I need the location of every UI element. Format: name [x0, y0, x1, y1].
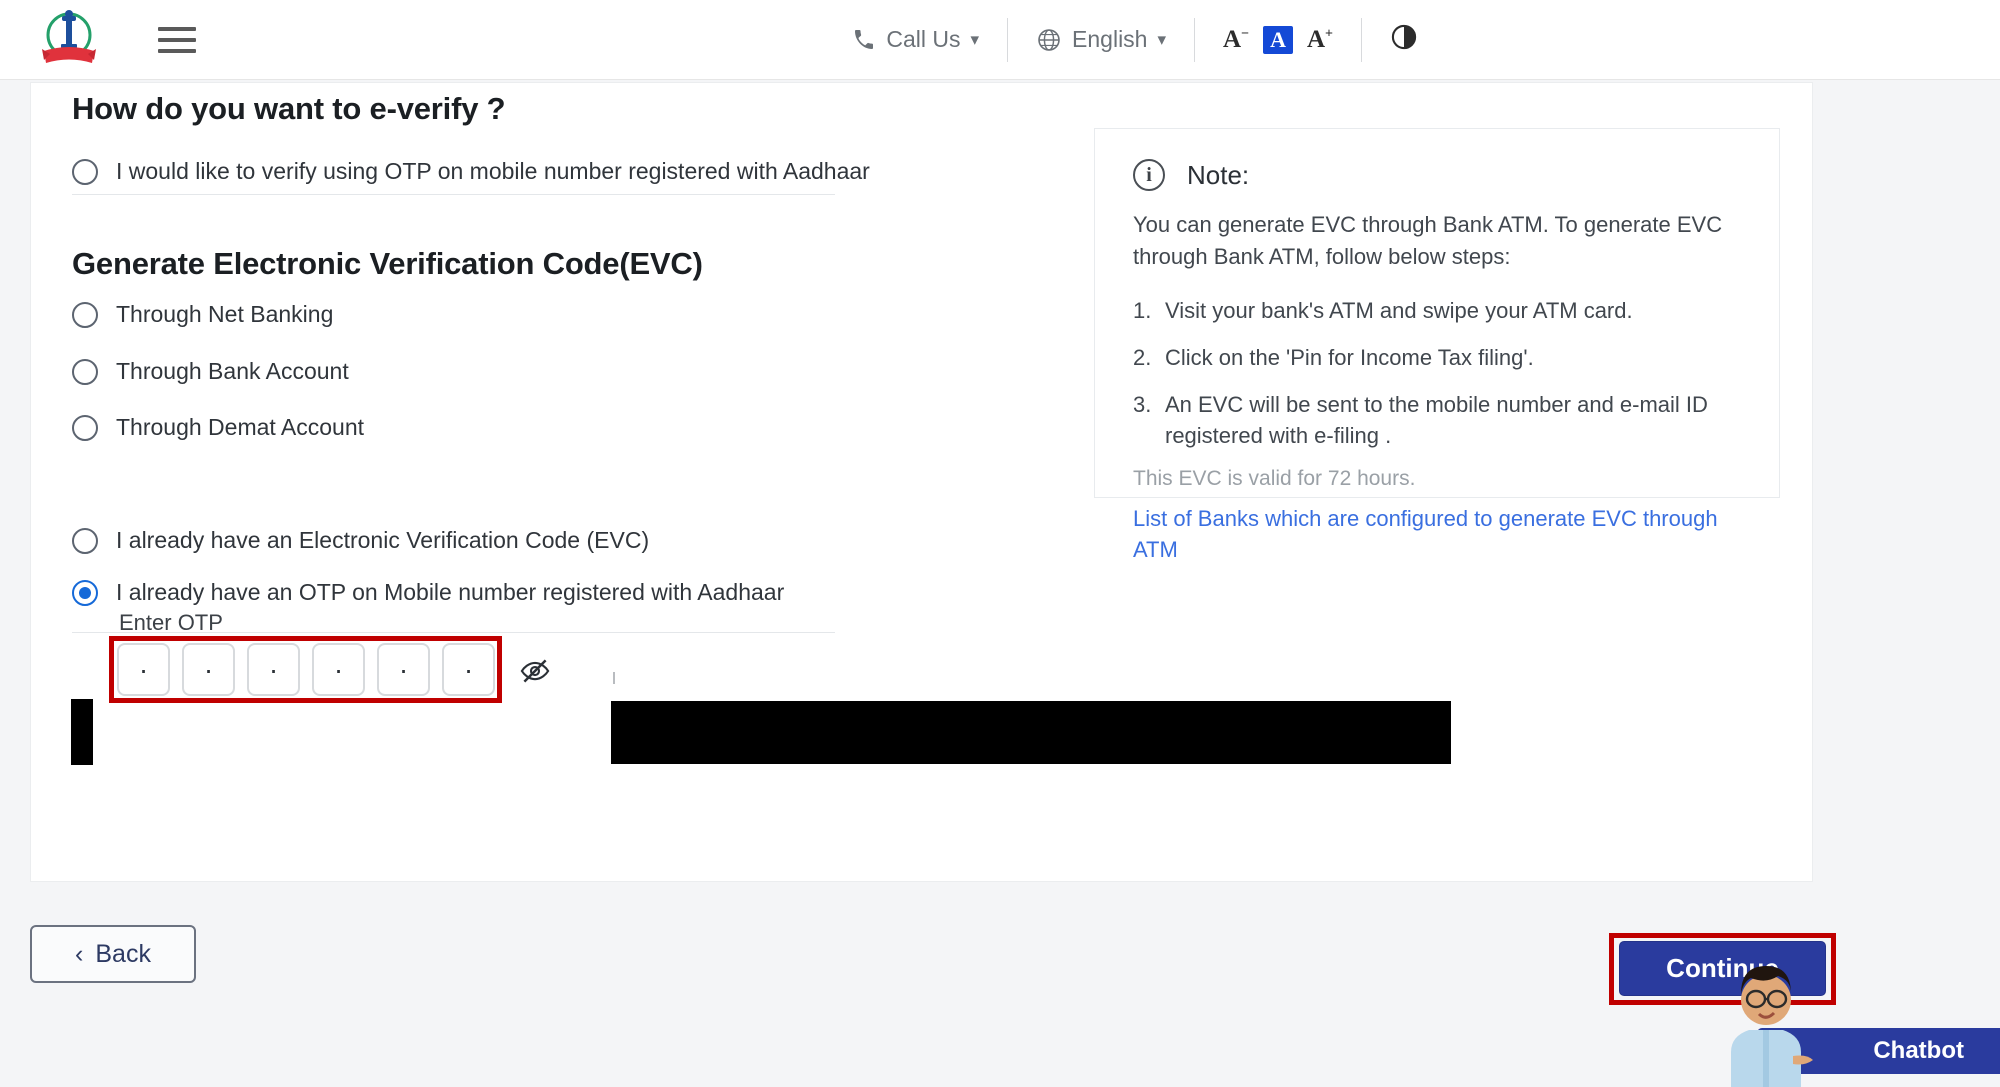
note-body: You can generate EVC through Bank ATM. T… — [1095, 191, 1779, 565]
contrast-icon — [1390, 23, 1418, 51]
call-us-label: Call Us — [886, 26, 960, 53]
radio-label: I would like to verify using OTP on mobi… — [116, 158, 870, 185]
radio-label: I already have an Electronic Verificatio… — [116, 527, 649, 554]
radio-button[interactable] — [72, 528, 98, 554]
font-increase-button[interactable]: A+ — [1307, 26, 1333, 54]
everify-card: How do you want to e-verify ? I would li… — [30, 82, 1813, 882]
radio-label: Through Demat Account — [116, 414, 364, 441]
otp-digit-input[interactable]: · — [377, 643, 430, 696]
evc-section-title: Generate Electronic Verification Code(EV… — [72, 246, 703, 282]
otp-digit-input[interactable]: · — [182, 643, 235, 696]
call-us-dropdown[interactable]: Call Us ▾ — [830, 26, 1001, 53]
page-title: How do you want to e-verify ? — [72, 91, 505, 127]
radio-label: I already have an OTP on Mobile number r… — [116, 579, 784, 606]
language-dropdown[interactable]: English ▾ — [1014, 26, 1188, 53]
otp-digit-input[interactable]: · — [117, 643, 170, 696]
note-header: i Note: — [1095, 129, 1779, 191]
note-title: Note: — [1187, 160, 1249, 191]
info-icon: i — [1133, 159, 1165, 191]
eye-slash-icon — [518, 656, 552, 686]
stray-mark — [613, 672, 615, 684]
redaction-bar — [71, 699, 93, 765]
chevron-left-icon: ‹ — [75, 940, 83, 969]
note-step: 3. An EVC will be sent to the mobile num… — [1133, 389, 1739, 451]
radio-button[interactable] — [72, 302, 98, 328]
note-validity-text: This EVC is valid for 72 hours. — [1133, 467, 1739, 491]
back-button[interactable]: ‹ Back — [30, 925, 196, 983]
note-intro-text: You can generate EVC through Bank ATM. T… — [1133, 209, 1739, 273]
header-divider — [1361, 18, 1362, 62]
radio-button[interactable] — [72, 415, 98, 441]
hamburger-bar — [158, 38, 196, 42]
emblem-icon — [38, 7, 100, 73]
radio-button[interactable] — [72, 580, 98, 606]
header-divider — [1007, 18, 1008, 62]
radio-label: Through Net Banking — [116, 301, 333, 328]
font-size-controls: A− A A+ — [1201, 26, 1355, 54]
font-normal-button[interactable]: A — [1263, 26, 1293, 54]
note-step: 2. Click on the 'Pin for Income Tax fili… — [1133, 342, 1739, 373]
divider — [72, 194, 835, 195]
hamburger-bar — [158, 49, 196, 53]
bank-list-link[interactable]: List of Banks which are configured to ge… — [1133, 503, 1739, 565]
radio-bank-account[interactable]: Through Bank Account — [72, 358, 349, 385]
note-panel: i Note: You can generate EVC through Ban… — [1094, 128, 1780, 498]
note-step-text: An EVC will be sent to the mobile number… — [1165, 392, 1708, 448]
otp-visibility-toggle[interactable] — [518, 656, 552, 691]
hamburger-bar — [158, 27, 196, 31]
chevron-down-icon: ▾ — [970, 30, 979, 50]
note-step-number: 3. — [1133, 389, 1151, 420]
note-step: 1. Visit your bank's ATM and swipe your … — [1133, 295, 1739, 326]
header-divider — [1194, 18, 1195, 62]
radio-label: Through Bank Account — [116, 358, 349, 385]
site-header: Call Us ▾ English ▾ A− A A+ — [0, 0, 2000, 80]
note-step-number: 1. — [1133, 295, 1151, 326]
note-steps-list: 1. Visit your bank's ATM and swipe your … — [1133, 295, 1739, 451]
radio-aadhaar-otp[interactable]: I would like to verify using OTP on mobi… — [72, 158, 870, 185]
chatbot-avatar[interactable] — [1713, 944, 1819, 1087]
globe-icon — [1036, 27, 1062, 53]
hamburger-menu-icon[interactable] — [158, 27, 198, 53]
radio-have-evc[interactable]: I already have an Electronic Verificatio… — [72, 527, 649, 554]
header-actions: Call Us ▾ English ▾ A− A A+ — [830, 0, 2000, 79]
chevron-down-icon: ▾ — [1157, 30, 1166, 50]
font-decrease-button[interactable]: A− — [1223, 26, 1249, 54]
otp-field-label: Enter OTP — [119, 610, 223, 636]
contrast-toggle-button[interactable] — [1368, 23, 1440, 56]
radio-button[interactable] — [72, 159, 98, 185]
note-step-number: 2. — [1133, 342, 1151, 373]
redaction-bar — [611, 701, 1451, 764]
otp-digit-input[interactable]: · — [442, 643, 495, 696]
language-label: English — [1072, 26, 1147, 53]
page-root: Call Us ▾ English ▾ A− A A+ — [0, 0, 2000, 1087]
radio-button[interactable] — [72, 359, 98, 385]
radio-have-otp[interactable]: I already have an OTP on Mobile number r… — [72, 579, 784, 606]
radio-net-banking[interactable]: Through Net Banking — [72, 301, 333, 328]
note-step-text: Click on the 'Pin for Income Tax filing'… — [1165, 345, 1534, 370]
note-step-text: Visit your bank's ATM and swipe your ATM… — [1165, 298, 1633, 323]
back-button-label: Back — [95, 940, 151, 969]
income-tax-logo[interactable] — [38, 7, 100, 73]
otp-input-group: · · · · · · — [117, 643, 495, 696]
phone-icon — [852, 28, 876, 52]
radio-demat-account[interactable]: Through Demat Account — [72, 414, 364, 441]
otp-digit-input[interactable]: · — [312, 643, 365, 696]
otp-digit-input[interactable]: · — [247, 643, 300, 696]
